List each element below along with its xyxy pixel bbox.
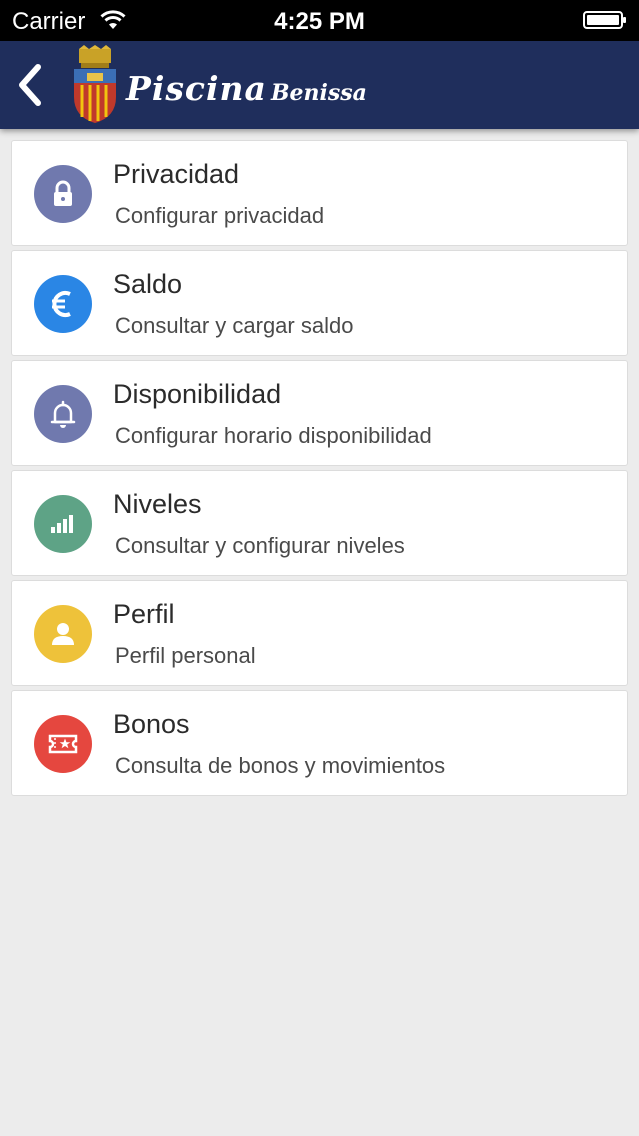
status-time: 4:25 PM [274, 8, 365, 35]
menu-item-title: Perfil [113, 599, 175, 629]
menu-item-subtitle: Configurar horario disponibilidad [115, 423, 432, 448]
menu-item-disponibilidad[interactable]: Disponibilidad Configurar horario dispon… [11, 360, 628, 466]
menu-item-title: Bonos [113, 709, 190, 739]
back-button[interactable] [14, 61, 48, 109]
bell-icon [34, 385, 92, 443]
menu-item-privacidad[interactable]: Privacidad Configurar privacidad [11, 140, 628, 246]
menu-item-subtitle: Perfil personal [115, 643, 256, 668]
menu-item-subtitle: Configurar privacidad [115, 203, 325, 228]
menu-item-subtitle: Consulta de bonos y movimientos [115, 753, 446, 778]
crest-logo [74, 45, 116, 123]
bars-icon [34, 495, 92, 553]
euro-icon [34, 275, 92, 333]
menu-item-subtitle: Consultar y configurar niveles [115, 533, 405, 558]
menu-item-title: Saldo [113, 269, 183, 299]
battery-icon [583, 11, 626, 29]
menu-item-title: Niveles [113, 489, 202, 519]
menu-item-perfil[interactable]: Perfil Perfil personal [11, 580, 628, 686]
menu-item-niveles[interactable]: Niveles Consultar y configurar niveles [11, 470, 628, 576]
menu-list: Privacidad Configurar privacidad Saldo C… [11, 140, 628, 800]
ticket-icon [34, 715, 92, 773]
status-bar: Carrier 4:25 PM [0, 0, 639, 41]
menu-item-saldo[interactable]: Saldo Consultar y cargar saldo [11, 250, 628, 356]
app-title-sub: Benissa [270, 80, 367, 106]
app-title-main: Piscina [126, 69, 267, 108]
lock-icon [34, 165, 92, 223]
menu-item-subtitle: Consultar y cargar saldo [115, 313, 354, 338]
menu-item-bonos[interactable]: Bonos Consulta de bonos y movimientos [11, 690, 628, 796]
navigation-bar: Piscina Benissa [0, 41, 639, 129]
person-icon [34, 605, 92, 663]
menu-item-title: Privacidad [113, 159, 240, 189]
app-title: Piscina Benissa [126, 69, 367, 108]
menu-item-title: Disponibilidad [113, 379, 282, 409]
